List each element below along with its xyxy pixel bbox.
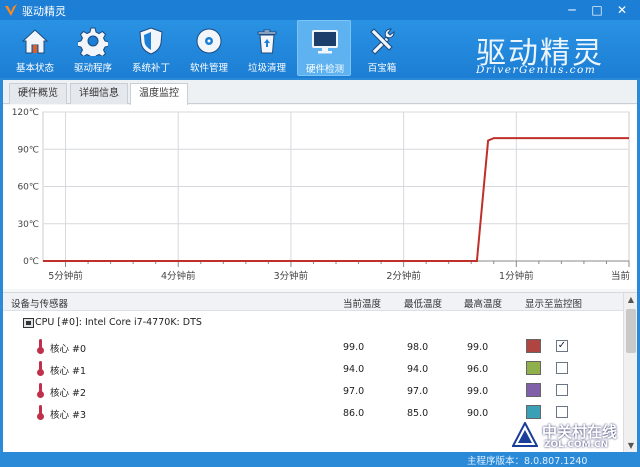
show-on-chart-checkbox[interactable] [556, 384, 568, 396]
toolbar-label: 软件管理 [189, 63, 228, 74]
sensor-name: 核心 #0 [50, 344, 87, 355]
shield-icon [139, 27, 163, 55]
header-max: 最高温度 [464, 299, 503, 310]
cpu-chip-icon [23, 318, 34, 328]
header-current: 当前温度 [343, 299, 382, 310]
toolbar-label: 百宝箱 [367, 63, 397, 74]
brand-name-en: DriverGenius.com [476, 64, 597, 76]
toolbar-item-software[interactable]: 软件管理 [182, 20, 236, 76]
tab-strip: 硬件概览 详细信息 温度监控 [3, 80, 637, 105]
close-button[interactable]: ✕ [610, 1, 634, 19]
tools-icon [370, 28, 395, 55]
sensor-min: 94.0 [407, 364, 429, 375]
toolbar-label: 硬件检测 [305, 64, 344, 75]
zol-logo-icon [512, 422, 538, 447]
zol-watermark-cn: 中关村在线 [542, 423, 618, 441]
sensor-max: 90.0 [467, 408, 489, 419]
zol-watermark-en: ZOL.COM.CN [544, 440, 609, 450]
y-tick-label: 30℃ [17, 220, 39, 230]
table-header: 设备与传感器 当前温度 最低温度 最高温度 显示至监控图 [3, 293, 623, 311]
y-tick-label: 60℃ [17, 183, 39, 193]
main-toolbar: 基本状态 驱动程序 系统补丁 软件管理 垃圾清理 硬件检测 百宝箱 驱动精灵 D… [0, 20, 640, 78]
gear-icon [78, 27, 108, 56]
scroll-up-icon[interactable]: ▲ [624, 293, 638, 307]
device-row-cpu[interactable]: CPU [#0]: Intel Core i7-4770K: DTS [3, 313, 623, 333]
sensor-name: 核心 #2 [50, 388, 87, 399]
sensor-current: 86.0 [343, 408, 365, 419]
toolbar-item-patches[interactable]: 系统补丁 [124, 20, 178, 76]
sensor-name: 核心 #1 [50, 366, 87, 377]
toolbar-label: 垃圾清理 [247, 63, 286, 74]
window-title: 驱动精灵 [22, 5, 66, 18]
toolbar-label: 驱动程序 [73, 63, 112, 74]
series-color-swatch[interactable] [526, 383, 541, 397]
brand-logo: 驱动精灵 DriverGenius.com [470, 28, 630, 78]
toolbar-label: 基本状态 [15, 63, 54, 74]
show-on-chart-checkbox[interactable]: ✓ [556, 340, 568, 352]
sensor-row[interactable]: 核心 #0 99.0 98.0 99.0 ✓ [3, 337, 623, 359]
zol-watermark: 中关村在线 ZOL.COM.CN [508, 416, 636, 456]
tab-details[interactable]: 详细信息 [70, 83, 128, 104]
scroll-thumb[interactable] [626, 309, 636, 353]
temperature-chart: 120℃ 90℃ 60℃ 30℃ 0℃ 5分钟前 4分钟前 3分钟前 2分钟前 1分钟前 当前 [3, 105, 637, 289]
home-icon [21, 29, 49, 54]
toolbar-item-basic-status[interactable]: 基本状态 [8, 20, 62, 76]
sensor-row[interactable]: 核心 #1 94.0 94.0 96.0 [3, 359, 623, 381]
toolbar-label: 系统补丁 [131, 63, 170, 74]
series-color-swatch[interactable] [526, 339, 541, 353]
sensor-current: 94.0 [343, 364, 365, 375]
sensor-max: 96.0 [467, 364, 489, 375]
sensor-max: 99.0 [467, 342, 489, 353]
sensor-name: 核心 #3 [50, 410, 87, 421]
content-panel: 硬件概览 详细信息 温度监控 120℃ 90℃ 60℃ 30℃ 0℃ 5分钟前 4分钟前 3分… [3, 80, 638, 453]
thermometer-icon [37, 405, 44, 420]
toolbar-item-toolbox[interactable]: 百宝箱 [355, 20, 409, 76]
toolbar-item-hardware[interactable]: 硬件检测 [297, 20, 351, 76]
device-name: CPU [#0]: Intel Core i7-4770K: DTS [35, 317, 202, 328]
x-tick-label: 4分钟前 [161, 270, 196, 282]
toolbar-item-cleanup[interactable]: 垃圾清理 [240, 20, 294, 76]
show-on-chart-checkbox[interactable] [556, 362, 568, 374]
sensor-min: 98.0 [407, 342, 429, 353]
toolbar-item-drivers[interactable]: 驱动程序 [66, 20, 120, 76]
sensor-current: 97.0 [343, 386, 365, 397]
app-logo-icon [5, 4, 17, 16]
y-tick-label: 120℃ [12, 108, 39, 118]
tab-temperature-monitor[interactable]: 温度监控 [130, 83, 188, 105]
temperature-chart-svg: 120℃ 90℃ 60℃ 30℃ 0℃ 5分钟前 4分钟前 3分钟前 2分钟前 1分钟前 当前 [12, 108, 630, 282]
monitor-icon [312, 30, 338, 54]
x-tick-label: 2分钟前 [386, 270, 421, 282]
x-tick-label: 5分钟前 [48, 270, 83, 282]
x-tick-label: 1分钟前 [499, 270, 534, 282]
recycle-bin-icon [257, 29, 277, 54]
header-show: 显示至监控图 [525, 299, 583, 310]
header-min: 最低温度 [404, 299, 443, 310]
tab-hardware-overview[interactable]: 硬件概览 [9, 83, 67, 104]
minimize-button[interactable]: ─ [560, 1, 584, 19]
title-bar: 驱动精灵 ─ □ ✕ [0, 0, 640, 20]
thermometer-icon [37, 383, 44, 398]
header-device: 设备与传感器 [11, 299, 69, 310]
x-tick-label: 3分钟前 [274, 270, 309, 282]
maximize-button[interactable]: □ [585, 1, 609, 19]
y-tick-label: 0℃ [23, 257, 39, 267]
sensor-row[interactable]: 核心 #2 97.0 97.0 99.0 [3, 381, 623, 403]
disc-icon [196, 28, 222, 54]
series-color-swatch[interactable] [526, 361, 541, 375]
sensor-current: 99.0 [343, 342, 365, 353]
thermometer-icon [37, 339, 44, 354]
x-tick-label: 当前 [611, 270, 630, 282]
sensor-min: 97.0 [407, 386, 429, 397]
sensor-max: 99.0 [467, 386, 489, 397]
sensor-min: 85.0 [407, 408, 429, 419]
y-tick-label: 90℃ [17, 145, 39, 155]
thermometer-icon [37, 361, 44, 376]
